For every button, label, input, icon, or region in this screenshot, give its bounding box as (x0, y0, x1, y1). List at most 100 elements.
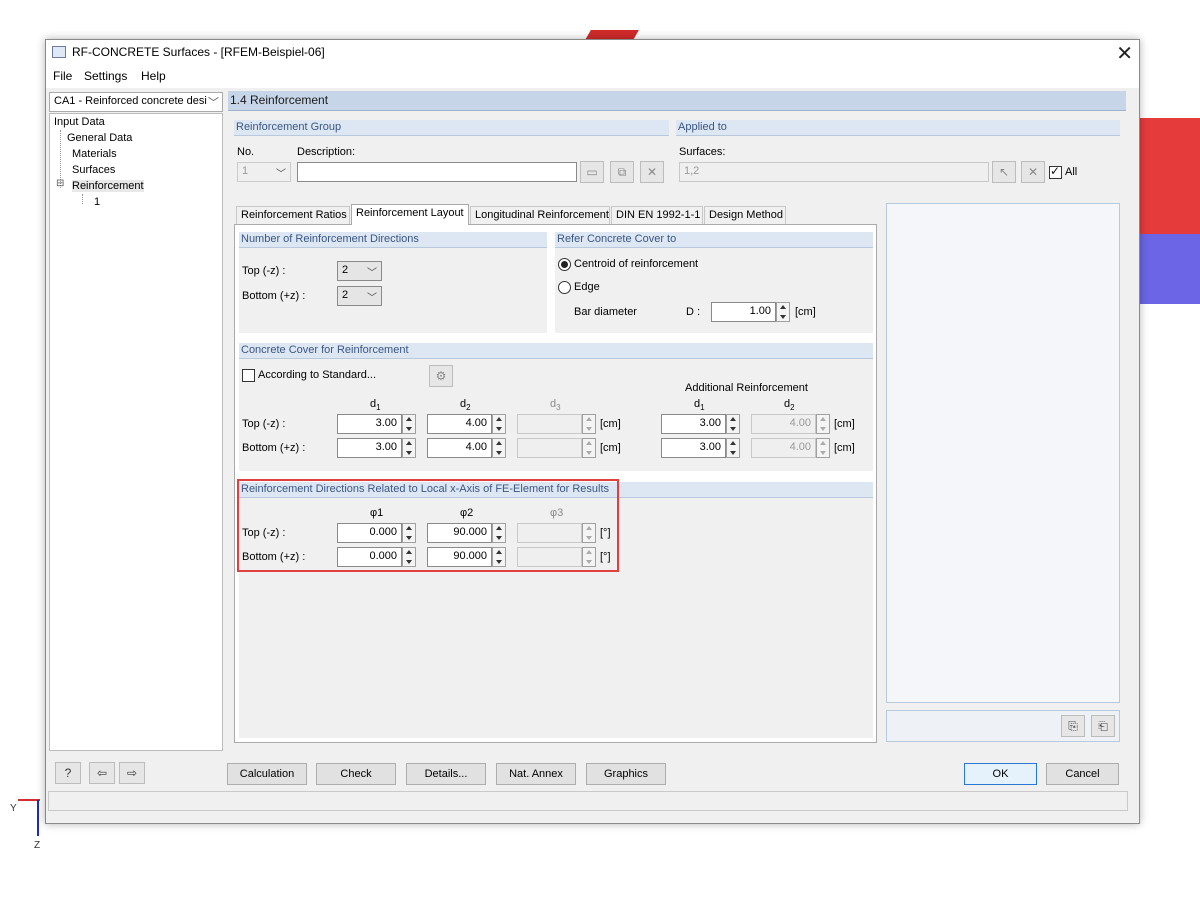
cover-top-d3-spinner[interactable] (582, 414, 596, 434)
bar-diameter-spinner[interactable] (776, 302, 790, 322)
description-label: Description: (297, 146, 356, 158)
tree-item-materials[interactable]: Materials (72, 148, 117, 160)
cover-top-d1-spinner[interactable] (402, 414, 416, 434)
directions-top-label: Top (-z) : (242, 265, 286, 277)
tree-collapse-icon[interactable]: ⊟ (56, 178, 64, 189)
cover-top-d1-input[interactable]: 3.00 (337, 414, 402, 434)
chevron-down-icon: ﹀ (367, 268, 377, 279)
centroid-radio[interactable] (558, 258, 571, 271)
calculation-button[interactable]: Calculation (227, 763, 307, 785)
pick-surfaces-icon[interactable]: ↖ (992, 161, 1016, 183)
menu-help[interactable]: Help (141, 69, 166, 83)
tree-item-surfaces[interactable]: Surfaces (72, 164, 115, 176)
add-top-d2-spinner[interactable] (816, 414, 830, 434)
add-bottom-d2-input[interactable]: 4.00 (751, 438, 816, 458)
next-icon[interactable]: ⇨ (119, 762, 145, 784)
case-selector[interactable]: CA1 - Reinforced concrete desi ﹀ (49, 92, 223, 112)
edge-label: Edge (574, 281, 600, 293)
according-standard-label: According to Standard... (258, 369, 377, 381)
add-top-d2-input[interactable]: 4.00 (751, 414, 816, 434)
ok-button[interactable]: OK (964, 763, 1037, 785)
check-button[interactable]: Check (316, 763, 396, 785)
concrete-cover-section: Concrete Cover for Reinforcement Accordi… (239, 343, 873, 471)
cover-top-d2-spinner[interactable] (492, 414, 506, 434)
add-bottom-d2-spinner[interactable] (816, 438, 830, 458)
add-bottom-d1-input[interactable]: 3.00 (661, 438, 726, 458)
panel-title: 1.4 Reinforcement (228, 91, 1126, 111)
d-label: D : (686, 306, 701, 318)
add-bottom-unit: [cm] (834, 442, 855, 454)
cancel-button[interactable]: Cancel (1046, 763, 1119, 785)
details-button[interactable]: Details... (406, 763, 486, 785)
new-group-icon[interactable]: ▭ (580, 161, 604, 183)
tab-longitudinal-reinforcement[interactable]: Longitudinal Reinforcement (470, 206, 610, 224)
axis-z-line (37, 800, 39, 836)
export-icon[interactable]: ⎘ (1061, 715, 1085, 737)
group-number-select[interactable]: 1 ﹀ (237, 162, 291, 182)
dialog-window: RF-CONCRETE Surfaces - [RFEM-Beispiel-06… (45, 39, 1140, 824)
highlight-frame (237, 479, 619, 572)
cover-bottom-d2-input[interactable]: 4.00 (427, 438, 492, 458)
cover-top-d2-input[interactable]: 4.00 (427, 414, 492, 434)
tab-reinforcement-ratios[interactable]: Reinforcement Ratios (236, 206, 350, 224)
clear-surfaces-icon[interactable]: ✕ (1021, 161, 1045, 183)
according-standard-checkbox[interactable] (242, 369, 255, 382)
add-top-d1-input[interactable]: 3.00 (661, 414, 726, 434)
col-d2-header: d2 (460, 398, 471, 413)
close-icon[interactable]: ✕ (1116, 41, 1133, 66)
cover-bottom-d2-spinner[interactable] (492, 438, 506, 458)
directions-bottom-select[interactable]: 2 ﹀ (337, 286, 382, 306)
surfaces-label: Surfaces: (679, 146, 726, 158)
add-top-d1-spinner[interactable] (726, 414, 740, 434)
surfaces-input[interactable]: 1,2 (679, 162, 989, 182)
applied-to-section: Applied to Surfaces: 1,2 ↖ ✕ All (676, 120, 1120, 190)
app-icon (52, 46, 66, 58)
title-bar: RF-CONCRETE Surfaces - [RFEM-Beispiel-06… (46, 40, 1139, 66)
cover-bottom-unit: [cm] (600, 442, 621, 454)
cover-top-d3-input[interactable] (517, 414, 582, 434)
cover-bottom-d3-input[interactable] (517, 438, 582, 458)
tab-reinforcement-layout[interactable]: Reinforcement Layout (351, 204, 469, 225)
tree-item-reinforcement[interactable]: Reinforcement (72, 180, 144, 192)
bar-diameter-unit: [cm] (795, 306, 816, 318)
preview-toolbar: ⎘ ⎗ (886, 710, 1120, 742)
bar-diameter-input[interactable]: 1.00 (711, 302, 776, 322)
cover-top-label: Top (-z) : (242, 418, 286, 430)
tree-item-general-data[interactable]: General Data (67, 132, 132, 144)
add-bottom-d1-spinner[interactable] (726, 438, 740, 458)
additional-reinforcement-label: Additional Reinforcement (685, 382, 808, 394)
directions-top-select[interactable]: 2 ﹀ (337, 261, 382, 281)
cover-reference-section: Refer Concrete Cover to Centroid of rein… (555, 232, 873, 333)
menu-settings[interactable]: Settings (84, 69, 127, 83)
chevron-down-icon: ﹀ (367, 293, 377, 304)
import-icon[interactable]: ⎗ (1091, 715, 1115, 737)
col-add-d2-header: d2 (784, 398, 795, 413)
reinforcement-group-title: Reinforcement Group (234, 120, 669, 136)
group-number-value: 1 (242, 165, 249, 177)
tree-root-input-data[interactable]: Input Data (54, 116, 105, 128)
reinforcement-group-section: Reinforcement Group No. Description: 1 ﹀… (234, 120, 669, 190)
cover-bottom-d1-spinner[interactable] (402, 438, 416, 458)
standard-settings-icon[interactable]: ⚙ (429, 365, 453, 387)
delete-group-icon[interactable]: ✕ (640, 161, 664, 183)
cover-bottom-d1-input[interactable]: 3.00 (337, 438, 402, 458)
directions-top-value: 2 (342, 264, 349, 276)
nat-annex-button[interactable]: Nat. Annex (496, 763, 576, 785)
description-input[interactable] (297, 162, 577, 182)
graphics-button[interactable]: Graphics (586, 763, 666, 785)
tab-din-en[interactable]: DIN EN 1992-1-1 (611, 206, 703, 224)
cover-top-unit: [cm] (600, 418, 621, 430)
cover-bottom-d3-spinner[interactable] (582, 438, 596, 458)
copy-group-icon[interactable]: ⧉ (610, 161, 634, 183)
chevron-down-icon: ﹀ (276, 169, 286, 180)
concrete-cover-title: Concrete Cover for Reinforcement (239, 343, 873, 359)
previous-icon[interactable]: ⇦ (89, 762, 115, 784)
cover-bottom-label: Bottom (+z) : (242, 442, 306, 454)
menu-file[interactable]: File (53, 69, 72, 83)
all-checkbox[interactable] (1049, 164, 1062, 179)
tree-item-reinforcement-1[interactable]: 1 (94, 196, 100, 208)
help-icon[interactable]: ? (55, 762, 81, 784)
edge-radio[interactable] (558, 281, 571, 294)
graphic-preview-panel (886, 203, 1120, 703)
tab-design-method[interactable]: Design Method (704, 206, 786, 224)
